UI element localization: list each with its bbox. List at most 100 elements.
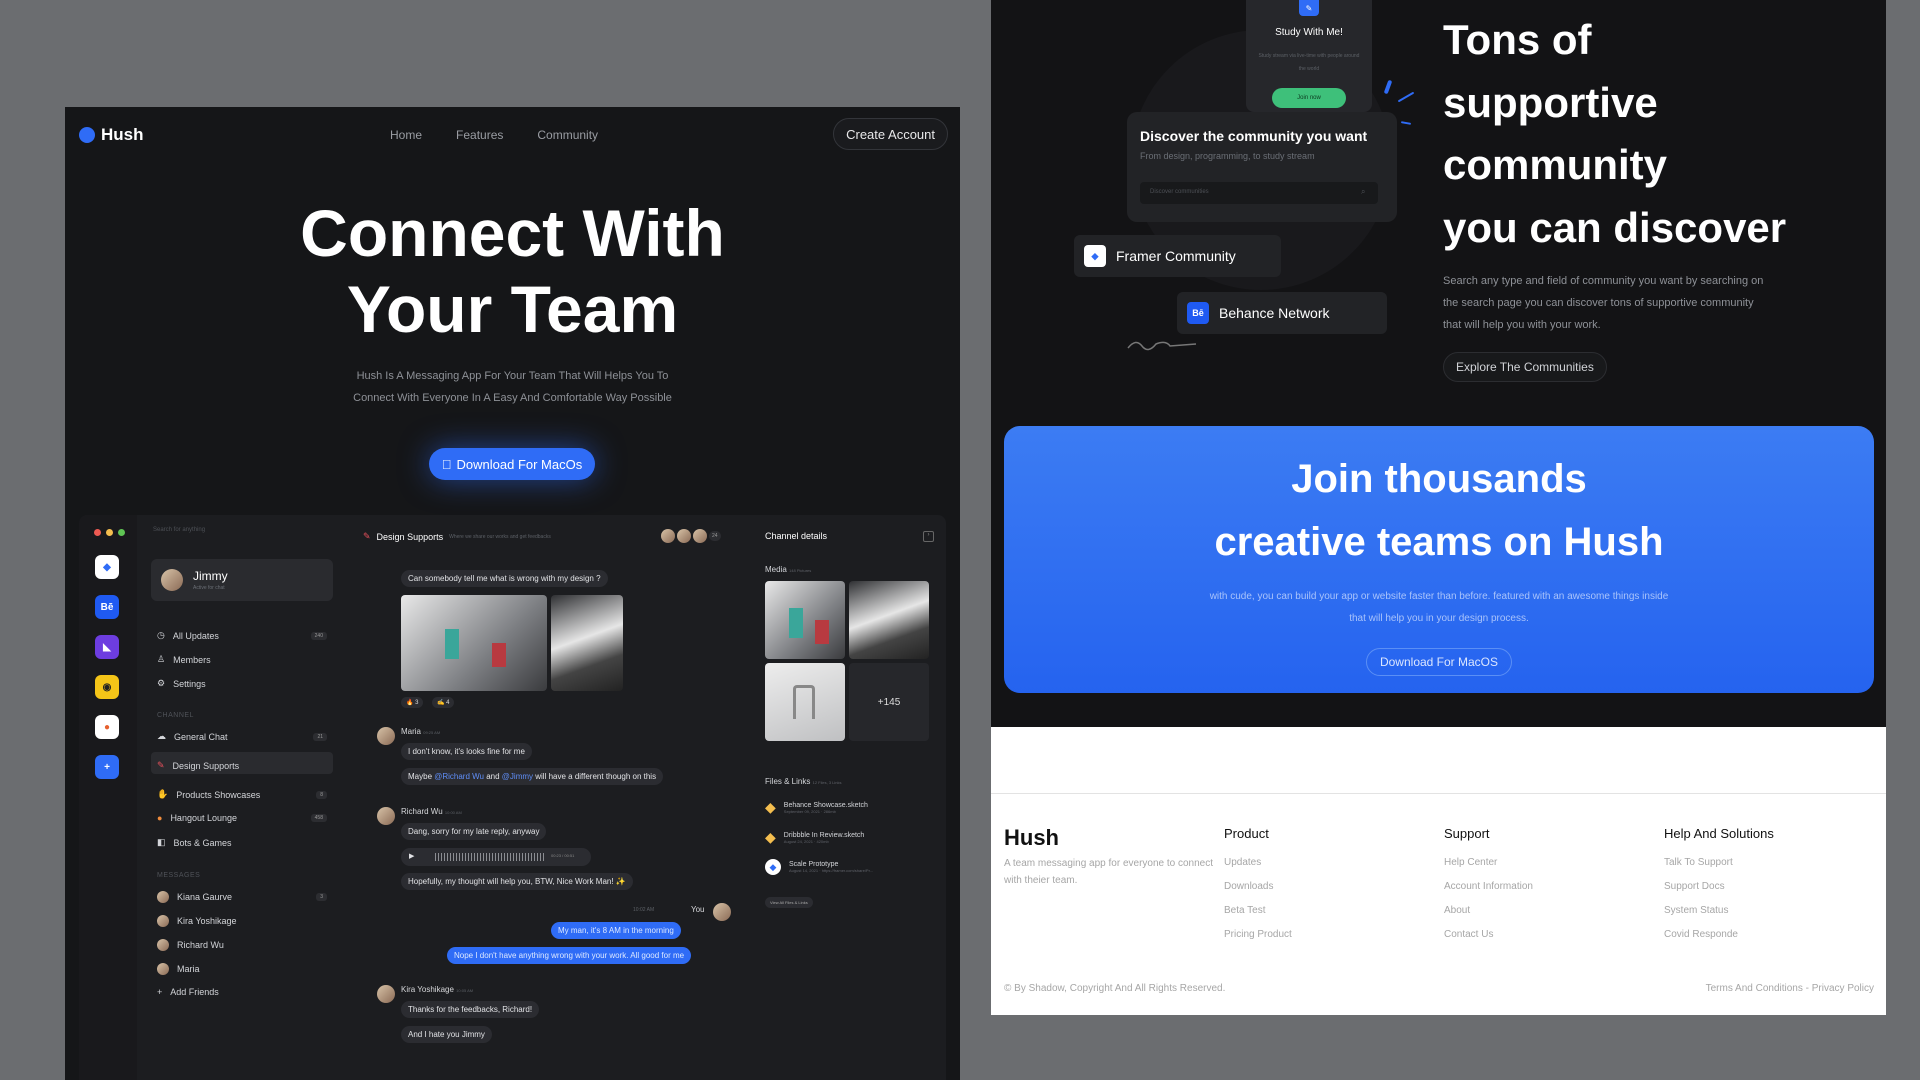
sidebar-item-members[interactable]: ♙ Members — [157, 654, 327, 665]
maximize-dot-icon[interactable] — [118, 529, 125, 536]
channel-bots-games[interactable]: ◧ Bots & Games — [157, 837, 327, 848]
footer-link[interactable]: Account Information — [1444, 881, 1533, 892]
footer-link[interactable]: Downloads — [1224, 881, 1292, 892]
collapse-panel-icon[interactable]: › — [923, 531, 934, 542]
media-thumb-3[interactable] — [765, 663, 845, 741]
footer-link[interactable]: About — [1444, 905, 1533, 916]
hand-icon: ✋ — [157, 789, 169, 799]
footer-link[interactable]: Help Center — [1444, 857, 1533, 868]
study-card: ✎ Study With Me! Study stream via live-t… — [1246, 0, 1372, 112]
firefox-workspace-icon[interactable]: ● — [95, 715, 119, 739]
files-heading: Files & Links 12 Files, 3 Links — [765, 777, 842, 786]
message-time: 10:02 AM — [633, 907, 655, 913]
framer-workspace-icon[interactable]: ◆ — [95, 555, 119, 579]
sender-name: Kira Yoshikage 10:05 AM — [401, 985, 473, 994]
file-info: Scale Prototype August 14, 2021 · https:/… — [789, 861, 873, 873]
play-icon[interactable]: ▶ — [409, 852, 414, 860]
footer-link[interactable]: System Status — [1664, 905, 1774, 916]
channel-hangout-lounge[interactable]: ● Hangout Lounge 458 — [157, 813, 327, 823]
heading-line-4: you can discover — [1443, 203, 1787, 251]
footer-terms-link[interactable]: Terms And Conditions - Privacy Policy — [1706, 983, 1874, 994]
footer-brand[interactable]: Hush — [1004, 825, 1059, 851]
chair-image-2[interactable] — [551, 595, 623, 691]
nav-features[interactable]: Features — [456, 128, 503, 142]
hero-title: Connect With Your Team — [65, 195, 960, 347]
mention-link[interactable]: @Richard Wu — [434, 772, 484, 781]
avatar — [661, 529, 675, 543]
close-dot-icon[interactable] — [94, 529, 101, 536]
footer-link[interactable]: Support Docs — [1664, 881, 1774, 892]
nav-community[interactable]: Community — [537, 128, 598, 142]
message-time: 10:05 AM — [456, 988, 474, 993]
files-label: Files & Links — [765, 777, 811, 786]
chair-image-1[interactable] — [401, 595, 547, 691]
sender-label: You — [691, 905, 705, 914]
discover-search-input[interactable]: Discover communities — [1140, 182, 1378, 204]
download-macos-button-secondary[interactable]: Download For MacOS — [1366, 648, 1512, 676]
chat-members[interactable]: 24 — [661, 529, 721, 543]
footer: Hush A team messaging app for everyone t… — [991, 727, 1886, 1015]
hero-title-line-2: Your Team — [346, 272, 679, 346]
reaction-write[interactable]: ✍ 4 — [432, 697, 455, 708]
framer-community-card[interactable]: ◆ Framer Community — [1074, 235, 1281, 277]
create-account-button[interactable]: Create Account — [833, 118, 948, 150]
reaction-fire[interactable]: 🔥 3 — [401, 697, 424, 708]
explore-communities-button[interactable]: Explore The Communities — [1443, 352, 1607, 382]
mailchimp-workspace-icon[interactable]: ◉ — [95, 675, 119, 699]
channel-products-showcases[interactable]: ✋ Products Showcases 8 — [157, 789, 327, 800]
footer-col-help: Help And Solutions Talk To Support Suppo… — [1664, 826, 1774, 953]
gear-icon: ⚙ — [157, 678, 166, 688]
channel-design-supports[interactable]: ✎ Design Supports — [157, 760, 327, 771]
footer-link[interactable]: Beta Test — [1224, 905, 1292, 916]
apple-icon:  — [442, 457, 452, 472]
download-label: Download For MacOs — [451, 456, 583, 472]
download-macos-button[interactable]:  Download For MacOs — [429, 448, 595, 480]
join-now-button[interactable]: Join now — [1272, 88, 1346, 108]
minimize-dot-icon[interactable] — [106, 529, 113, 536]
channel-general-chat[interactable]: ☁ General Chat 21 — [157, 731, 327, 742]
dm-label: Kiana Gaurve — [177, 892, 233, 902]
framer-icon: ◆ — [765, 859, 781, 875]
chat-header: ✎ Design Supports Where we share our wor… — [363, 531, 551, 542]
behance-network-card[interactable]: Bē Behance Network — [1177, 292, 1387, 334]
sidebar-search-input[interactable]: Search for anything — [153, 527, 329, 545]
channel-label: Design Supports — [172, 760, 240, 771]
logo[interactable]: Hush — [79, 125, 144, 145]
scribble-decoration — [1127, 341, 1197, 351]
footer-link[interactable]: Updates — [1224, 857, 1292, 868]
community-panel: ✎ Study With Me! Study stream via live-t… — [991, 0, 1886, 1015]
more-media-button[interactable]: +145 — [849, 663, 929, 741]
behance-workspace-icon[interactable]: Bē — [95, 595, 119, 619]
dm-kiana-gaurve[interactable]: Kiana Gaurve 3 — [157, 891, 327, 903]
spark-decoration — [1400, 121, 1412, 125]
media-thumb-2[interactable] — [849, 581, 929, 659]
app-preview: ◆ Bē ◣ ◉ ● + Search for anything Jimmy A… — [79, 515, 946, 1080]
channel-heading: CHANNEL — [157, 712, 194, 719]
add-workspace-icon[interactable]: + — [95, 755, 119, 779]
dm-richard-wu[interactable]: Richard Wu — [157, 939, 327, 951]
avatar — [157, 891, 169, 903]
file-item[interactable]: ◆ Scale Prototype August 14, 2021 · https… — [765, 859, 873, 875]
footer-link[interactable]: Contact Us — [1444, 929, 1533, 940]
search-icon[interactable]: ⌕ — [1361, 187, 1365, 197]
message-kira-1: Thanks for the feedbacks, Richard! — [401, 1001, 540, 1018]
media-thumb-1[interactable] — [765, 581, 845, 659]
sidebar-item-settings[interactable]: ⚙ Settings — [157, 678, 327, 689]
add-friends-button[interactable]: + Add Friends — [157, 987, 327, 997]
footer-link[interactable]: Covid Responde — [1664, 929, 1774, 940]
window-controls — [94, 529, 125, 536]
footer-link[interactable]: Pricing Product — [1224, 929, 1292, 940]
footer-link[interactable]: Talk To Support — [1664, 857, 1774, 868]
dm-label: Kira Yoshikage — [177, 916, 237, 926]
mention-link[interactable]: @Jimmy — [502, 772, 533, 781]
purple-workspace-icon[interactable]: ◣ — [95, 635, 119, 659]
nav-home[interactable]: Home — [390, 128, 422, 142]
user-card[interactable]: Jimmy Active for chat — [151, 559, 333, 601]
file-item[interactable]: ◆ Dribbble In Review.sketch August 24, 20… — [765, 829, 864, 846]
dm-kira-yoshikage[interactable]: Kira Yoshikage — [157, 915, 327, 927]
file-item[interactable]: ◆ Behance Showcase.sketch September 09, 2… — [765, 799, 868, 816]
view-all-files-button[interactable]: View All Files & Links — [765, 897, 813, 908]
sidebar-item-all-updates[interactable]: ◷ All Updates 240 — [157, 630, 327, 641]
voice-message[interactable]: ▶ 00:23 / 00:51 — [401, 848, 591, 866]
dm-maria[interactable]: Maria — [157, 963, 327, 975]
